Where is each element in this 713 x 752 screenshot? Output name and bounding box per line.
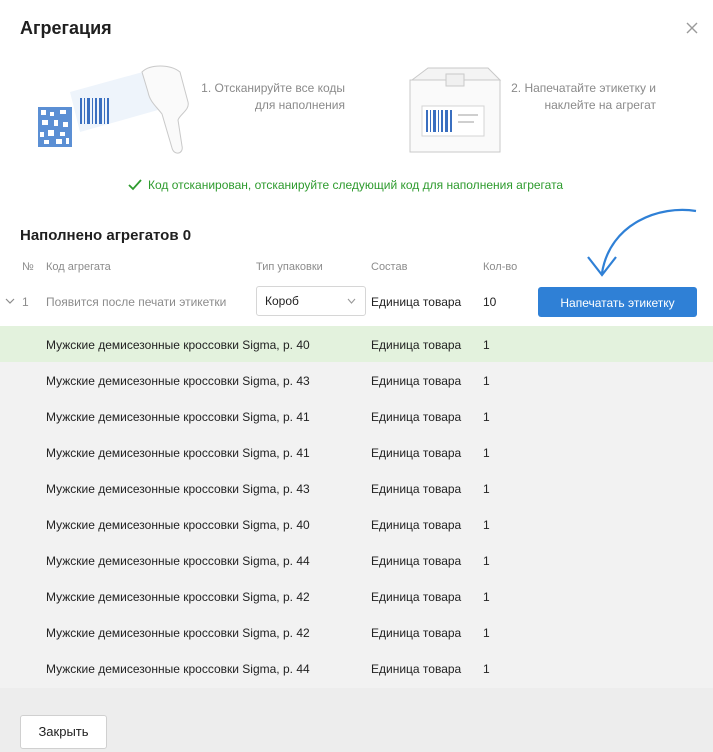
item-composition: Единица товара <box>371 518 462 532</box>
col-composition: Состав <box>371 261 408 273</box>
item-qty: 1 <box>483 554 490 568</box>
item-name: Мужские демисезонные кроссовки Sigma, р.… <box>46 554 310 568</box>
item-name: Мужские демисезонные кроссовки Sigma, р.… <box>46 626 310 640</box>
chevron-down-icon[interactable] <box>5 296 15 306</box>
col-number: № <box>22 261 34 273</box>
pack-type-value: Короб <box>265 294 299 308</box>
list-item: Мужские демисезонные кроссовки Sigma, р.… <box>0 434 713 470</box>
list-item: Мужские демисезонные кроссовки Sigma, р.… <box>0 326 713 362</box>
barcode-scanner-icon <box>38 65 189 154</box>
items-list: Мужские демисезонные кроссовки Sigma, р.… <box>0 326 713 688</box>
aggregate-number: 1 <box>22 295 29 309</box>
item-composition: Единица товара <box>371 590 462 604</box>
aggregate-row: 1 Появится после печати этикетки Короб Е… <box>0 283 713 323</box>
item-composition: Единица товара <box>371 374 462 388</box>
item-qty: 1 <box>483 410 490 424</box>
item-qty: 1 <box>483 518 490 532</box>
table-header: № Код агрегата Тип упаковки Состав Кол-в… <box>0 261 713 281</box>
item-composition: Единица товара <box>371 626 462 640</box>
dialog-title: Агрегация <box>20 18 112 38</box>
item-qty: 1 <box>483 662 490 676</box>
item-name: Мужские демисезонные кроссовки Sigma, р.… <box>46 482 310 496</box>
aggregates-count-title: Наполнено агрегатов 0 <box>20 227 192 244</box>
item-composition: Единица товара <box>371 482 462 496</box>
list-item: Мужские демисезонные кроссовки Sigma, р.… <box>0 398 713 434</box>
item-composition: Единица товара <box>371 446 462 460</box>
item-name: Мужские демисезонные кроссовки Sigma, р.… <box>46 374 310 388</box>
dialog-footer: Закрыть <box>0 688 713 752</box>
item-name: Мужские демисезонные кроссовки Sigma, р.… <box>46 518 310 532</box>
list-item: Мужские демисезонные кроссовки Sigma, р.… <box>0 650 713 686</box>
item-qty: 1 <box>483 590 490 604</box>
aggregate-qty: 10 <box>483 295 497 309</box>
close-icon[interactable] <box>684 20 700 36</box>
list-item: Мужские демисезонные кроссовки Sigma, р.… <box>0 506 713 542</box>
item-qty: 1 <box>483 338 490 352</box>
status-text: Код отсканирован, отсканируйте следующий… <box>148 178 564 192</box>
item-qty: 1 <box>483 374 490 388</box>
item-composition: Единица товара <box>371 554 462 568</box>
list-item: Мужские демисезонные кроссовки Sigma, р.… <box>0 614 713 650</box>
list-item: Мужские демисезонные кроссовки Sigma, р.… <box>0 470 713 506</box>
pack-type-select[interactable]: Короб <box>256 286 366 316</box>
item-name: Мужские демисезонные кроссовки Sigma, р.… <box>46 662 310 676</box>
step-print-text: 2. Напечатайте этикетку и наклейте на аг… <box>511 81 656 112</box>
aggregate-code: Появится после печати этикетки <box>46 295 227 309</box>
item-name: Мужские демисезонные кроссовки Sigma, р.… <box>46 410 310 424</box>
list-item: Мужские демисезонные кроссовки Sigma, р.… <box>0 362 713 398</box>
item-qty: 1 <box>483 626 490 640</box>
chevron-down-icon <box>347 298 356 304</box>
item-composition: Единица товара <box>371 410 462 424</box>
item-qty: 1 <box>483 482 490 496</box>
item-composition: Единица товара <box>371 338 462 352</box>
item-name: Мужские демисезонные кроссовки Sigma, р.… <box>46 446 310 460</box>
list-item: Мужские демисезонные кроссовки Sigma, р.… <box>0 542 713 578</box>
scan-status: Код отсканирован, отсканируйте следующий… <box>128 178 563 192</box>
step-scan-text: 1. Отсканируйте все коды для наполнения <box>201 81 345 112</box>
col-code: Код агрегата <box>46 261 111 273</box>
check-icon <box>128 179 142 191</box>
close-button[interactable]: Закрыть <box>20 715 107 749</box>
item-composition: Единица товара <box>371 662 462 676</box>
item-name: Мужские демисезонные кроссовки Sigma, р.… <box>46 590 310 604</box>
col-qty: Кол-во <box>483 261 518 273</box>
print-label-button[interactable]: Напечатать этикетку <box>538 287 697 317</box>
box-label-icon <box>409 67 502 153</box>
aggregate-composition: Единица товара <box>371 295 462 309</box>
col-pack-type: Тип упаковки <box>256 261 323 273</box>
item-qty: 1 <box>483 446 490 460</box>
item-name: Мужские демисезонные кроссовки Sigma, р.… <box>46 338 310 352</box>
list-item: Мужские демисезонные кроссовки Sigma, р.… <box>0 578 713 614</box>
